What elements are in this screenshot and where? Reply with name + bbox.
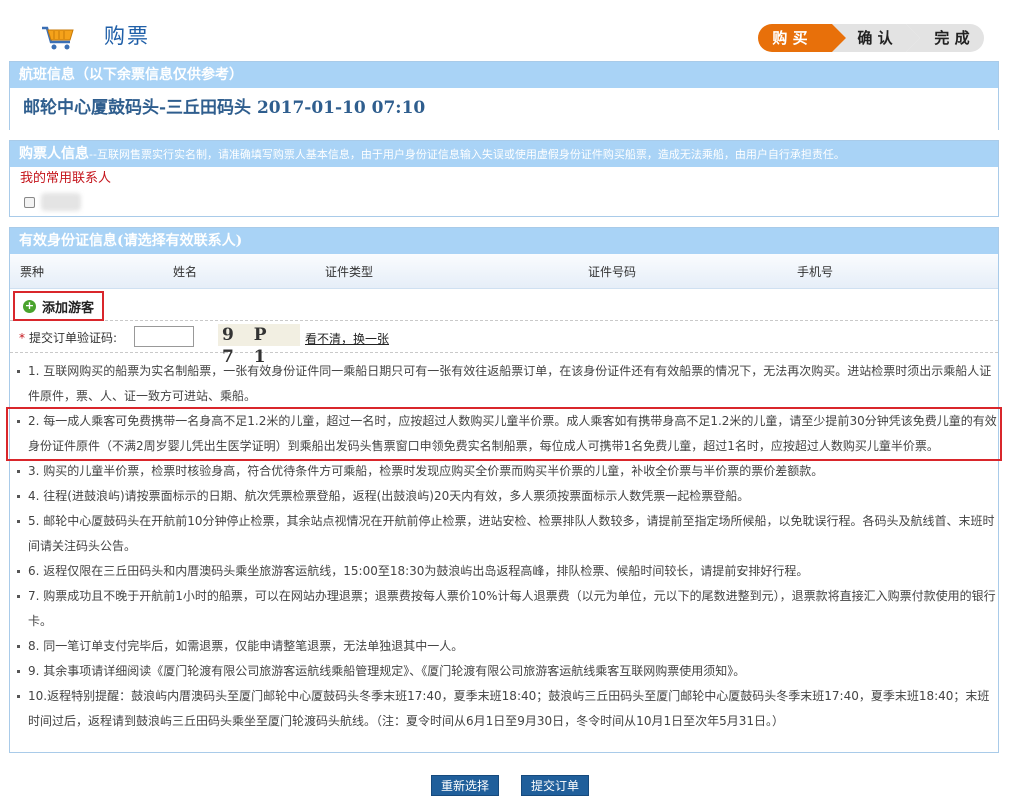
rule-item: 1. 互联网购买的船票为实名制船票，一张有效身份证件同一乘船日期只可有一张有效往… [16, 359, 998, 409]
page-title: 购票 [104, 24, 150, 48]
id-info-section: 有效身份证信息(请选择有效联系人) 票种 姓名 证件类型 证件号码 手机号 + … [6, 227, 1002, 753]
contact-checkbox[interactable] [24, 196, 35, 208]
verify-code-input[interactable] [134, 326, 194, 347]
flight-route: 邮轮中心厦鼓码头-三丘田码头 2017-01-10 07:10 [10, 88, 998, 130]
footer-actions: 重新选择 提交订单 [0, 775, 1010, 797]
step-buy: 购 买 [758, 24, 846, 52]
rule-item: 7. 购票成功且不晚于开航前1小时的船票，可以在网站办理退票；退票费按每人票价1… [16, 584, 998, 634]
rule-item: 4. 往程(进鼓浪屿)请按票面标示的日期、航次凭票检票登船，返程(出鼓浪屿)20… [16, 484, 998, 509]
rule-item: 9. 其余事项请详细阅读《厦门轮渡有限公司旅游客运航线乘船管理规定》、《厦门轮渡… [16, 659, 998, 684]
shopping-cart-icon [42, 26, 74, 50]
buyer-info-section: 购票人信息--互联网售票实行实名制，请准确填写购票人基本信息，由于用户身份证信息… [9, 140, 999, 217]
real-name-notice: --互联网售票实行实名制，请准确填写购票人基本信息，由于用户身份证信息输入失误或… [89, 148, 845, 161]
passenger-table-header: 票种 姓名 证件类型 证件号码 手机号 [10, 254, 998, 289]
contact-name-redacted [41, 193, 81, 211]
buyer-info-heading: 购票人信息--互联网售票实行实名制，请准确填写购票人基本信息，由于用户身份证信息… [10, 141, 998, 167]
verify-code-label: * 提交订单验证码: [19, 331, 118, 345]
id-info-heading: 有效身份证信息(请选择有效联系人) [10, 228, 998, 254]
page-header: 购票 购 买 确 认 完 成 [0, 0, 1010, 60]
submit-order-button[interactable]: 提交订单 [521, 775, 590, 796]
frequent-contacts-label: 我的常用联系人 [20, 171, 112, 186]
rule-item: 10.返程特别提醒：鼓浪屿内厝澳码头至厦门邮轮中心厦鼓码头冬季末班17:40，夏… [16, 684, 998, 734]
buyer-info-title: 购票人信息 [19, 146, 89, 162]
captcha-image[interactable]: 9 P 7 1 [218, 324, 300, 367]
add-passenger-button[interactable]: + 添加游客 [13, 291, 104, 321]
reset-button[interactable]: 重新选择 [431, 775, 500, 796]
flight-info-heading: 航班信息（以下余票信息仅供参考） [10, 62, 998, 88]
add-passenger-label: 添加游客 [42, 300, 95, 316]
refresh-captcha-link[interactable]: 看不清，换一张 [305, 330, 389, 347]
flight-info-section: 航班信息（以下余票信息仅供参考） 邮轮中心厦鼓码头-三丘田码头 2017-01-… [9, 61, 999, 130]
plus-circle-icon: + [23, 298, 36, 313]
rule-item: 8. 同一笔订单支付完毕后，如需退票，仅能申请整笔退票，无法单独退其中一人。 [16, 634, 998, 659]
column-phone: 手机号 [797, 264, 834, 279]
rule-item: 6. 返程仅限在三丘田码头和内厝澳码头乘坐旅游客运航线，15:00至18:30为… [16, 559, 998, 584]
purchase-rules: 1. 互联网购买的船票为实名制船票，一张有效身份证件同一乘船日期只可有一张有效往… [6, 353, 1002, 734]
column-id-number: 证件号码 [588, 264, 637, 279]
progress-steps: 购 买 确 认 完 成 [758, 24, 984, 52]
column-id-type: 证件类型 [325, 264, 374, 279]
rule-item: 5. 邮轮中心厦鼓码头在开航前10分钟停止检票，其余站点视情况在开航前停止检票，… [16, 509, 998, 559]
contact-item [20, 189, 998, 215]
column-ticket-type: 票种 [20, 264, 45, 279]
rule-item: 3. 购买的儿童半价票，检票时核验身高，符合优待条件方可乘船，检票时发现应购买全… [16, 459, 998, 484]
rule-item-highlighted: 2. 每一成人乘客可免费携带一名身高不足1.2米的儿童，超过一名时，应按超过人数… [6, 407, 1002, 461]
column-name: 姓名 [173, 264, 198, 279]
